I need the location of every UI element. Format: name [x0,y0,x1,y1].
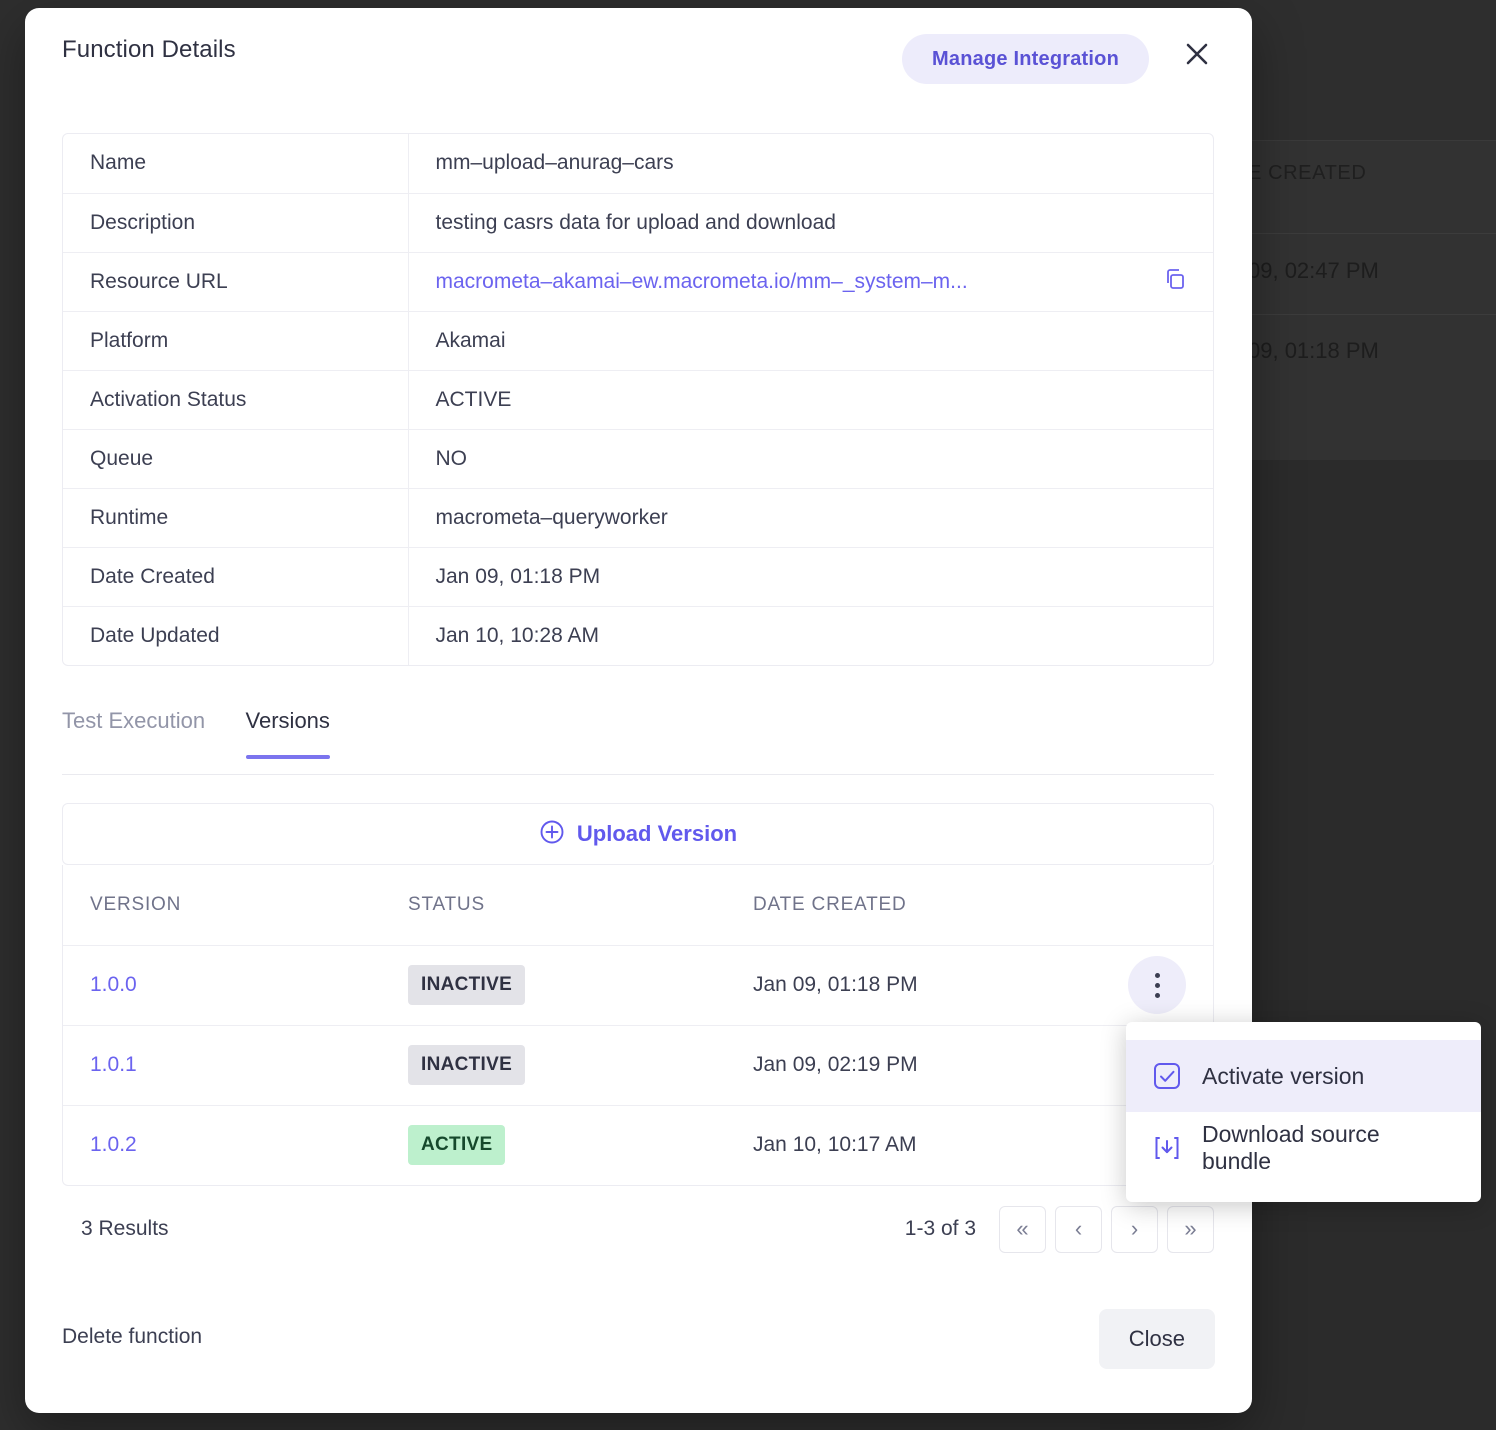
menu-item-download-source-bundle[interactable]: Download source bundle [1126,1112,1481,1184]
version-date: Jan 09, 01:18 PM [753,945,1098,1025]
first-page-button[interactable]: « [999,1206,1046,1253]
detail-value: ACTIVE [408,370,1213,429]
modal-header: Function Details Manage Integration [25,8,1252,112]
page-title: Function Details [62,36,236,64]
status-badge: INACTIVE [408,1045,525,1085]
upload-version-button[interactable]: Upload Version [62,803,1214,865]
version-link[interactable]: 1.0.0 [90,973,137,996]
pagination-controls: 1-3 of 3 « ‹ › » [905,1206,1214,1253]
previous-page-button[interactable]: ‹ [1055,1206,1102,1253]
version-date: Jan 09, 02:19 PM [753,1025,1098,1105]
detail-key: Activation Status [63,370,408,429]
tab-test-execution[interactable]: Test Execution [62,700,205,758]
resource-url-cell: macrometa–akamai–ew.macrometa.io/mm–_sys… [408,252,1213,311]
column-header-actions [1098,865,1213,945]
function-details-modal: Function Details Manage Integration Name… [25,8,1252,1413]
detail-key: Name [63,134,408,193]
menu-item-activate-version[interactable]: Activate version [1126,1040,1481,1112]
next-page-button[interactable]: › [1111,1206,1158,1253]
detail-value: Akamai [408,311,1213,370]
detail-key: Resource URL [63,252,408,311]
copy-icon[interactable] [1163,267,1187,297]
table-row: Date Updated Jan 10, 10:28 AM [63,606,1213,665]
detail-key: Platform [63,311,408,370]
resource-url-link[interactable]: macrometa–akamai–ew.macrometa.io/mm–_sys… [436,270,968,293]
detail-value: Jan 09, 01:18 PM [408,547,1213,606]
status-badge: INACTIVE [408,965,525,1005]
plus-circle-icon [539,819,565,850]
versions-table-header-row: VERSION STATUS DATE CREATED [63,865,1213,945]
table-row: Date Created Jan 09, 01:18 PM [63,547,1213,606]
row-actions-menu-button[interactable] [1128,956,1186,1014]
table-row: 1.0.1 INACTIVE Jan 09, 02:19 PM [63,1025,1213,1105]
column-header-version: VERSION [63,865,408,945]
table-row: 1.0.0 INACTIVE Jan 09, 01:18 PM [63,945,1213,1025]
download-icon [1152,1133,1182,1163]
kebab-dot [1155,993,1160,998]
pagination-bar: 3 Results 1-3 of 3 « ‹ › » [62,1186,1214,1272]
detail-key: Date Created [63,547,408,606]
detail-value: macrometa–queryworker [408,488,1213,547]
column-header-date-created: DATE CREATED [753,865,1098,945]
background-row-date-1: 09, 02:47 PM [1248,258,1379,284]
detail-value: testing casrs data for upload and downlo… [408,193,1213,252]
delete-function-link[interactable]: Delete function [62,1325,202,1349]
version-link[interactable]: 1.0.1 [90,1053,137,1076]
background-column-header: E CREATED [1248,162,1366,185]
detail-value: mm–upload–anurag–cars [408,134,1213,193]
menu-item-label: Activate version [1202,1063,1364,1090]
table-row: Resource URL macrometa–akamai–ew.macrome… [63,252,1213,311]
results-count: 3 Results [81,1217,169,1241]
version-link[interactable]: 1.0.2 [90,1133,137,1156]
table-row: Runtime macrometa–queryworker [63,488,1213,547]
close-icon[interactable] [1177,34,1217,74]
table-row: Description testing casrs data for uploa… [63,193,1213,252]
detail-key: Description [63,193,408,252]
checkbox-checked-icon [1152,1061,1182,1091]
detail-key: Queue [63,429,408,488]
tab-versions[interactable]: Versions [246,700,330,758]
detail-key: Runtime [63,488,408,547]
table-row: Activation Status ACTIVE [63,370,1213,429]
detail-value: NO [408,429,1213,488]
column-header-status: STATUS [408,865,753,945]
status-badge: ACTIVE [408,1125,505,1165]
table-row: Queue NO [63,429,1213,488]
background-row-date-2: 09, 01:18 PM [1248,338,1379,364]
pagination-range: 1-3 of 3 [905,1217,976,1241]
manage-integration-button[interactable]: Manage Integration [902,34,1149,84]
versions-table: VERSION STATUS DATE CREATED 1.0.0 INACTI… [62,865,1214,1186]
table-row: Name mm–upload–anurag–cars [63,134,1213,193]
row-actions-context-menu: Activate version Download source bundle [1126,1022,1481,1202]
close-button[interactable]: Close [1099,1309,1215,1369]
kebab-dot [1155,973,1160,978]
kebab-dot [1155,983,1160,988]
menu-item-label: Download source bundle [1202,1121,1455,1175]
function-details-table: Name mm–upload–anurag–cars Description t… [62,133,1214,666]
version-date: Jan 10, 10:17 AM [753,1105,1098,1185]
detail-value: Jan 10, 10:28 AM [408,606,1213,665]
detail-key: Date Updated [63,606,408,665]
table-row: Platform Akamai [63,311,1213,370]
tab-bar: Test Execution Versions [62,700,1214,775]
upload-version-label: Upload Version [577,821,737,847]
modal-footer: Delete function Close [25,1293,1252,1413]
table-row: 1.0.2 ACTIVE Jan 10, 10:17 AM [63,1105,1213,1185]
last-page-button[interactable]: » [1167,1206,1214,1253]
